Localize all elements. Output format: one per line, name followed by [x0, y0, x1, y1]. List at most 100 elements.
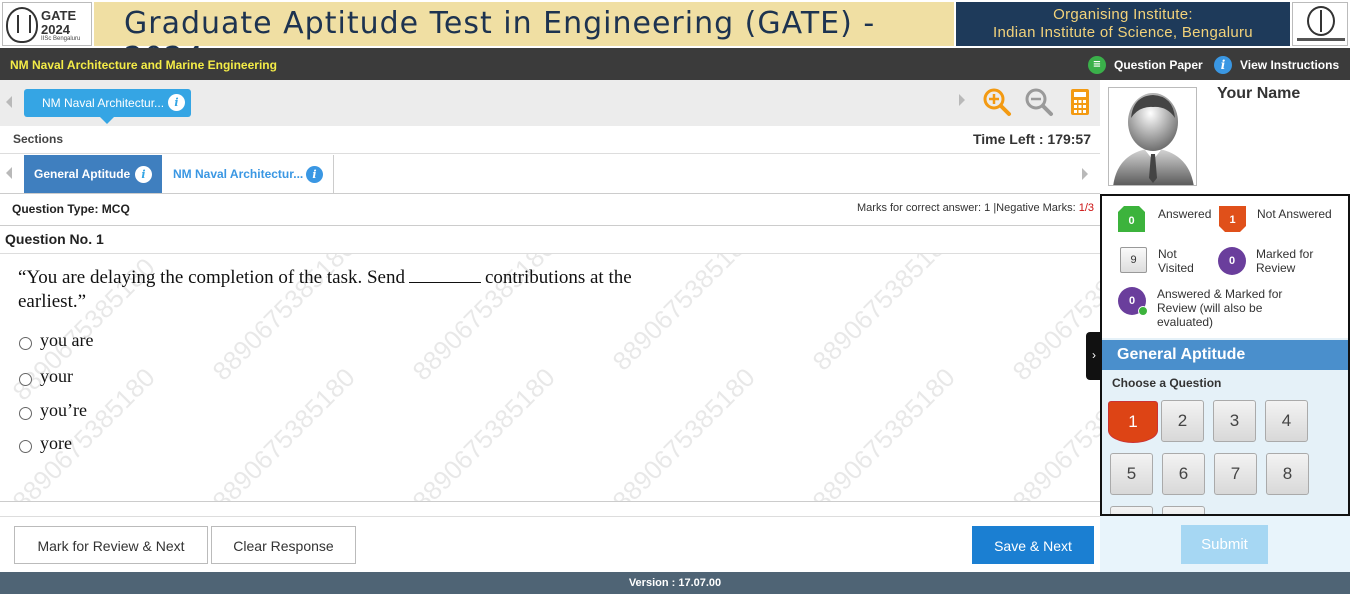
radio-button[interactable] [19, 373, 32, 386]
radio-button[interactable] [19, 337, 32, 350]
iisc-emblem-icon [1307, 6, 1335, 36]
question-text-before: “You are delaying the completion of the … [18, 267, 405, 288]
marks-info: Marks for correct answer: 1 |Negative Ma… [857, 202, 1094, 214]
gate-logo: GATE 2024 IISc Bengaluru [2, 2, 92, 46]
candidate-profile: Your Name [1100, 80, 1350, 194]
zoom-out-icon[interactable] [1024, 87, 1054, 117]
action-bar: Mark for Review & Next Clear Response Sa… [0, 516, 1100, 572]
palette-question-1[interactable]: 1 [1108, 401, 1158, 443]
question-paper-link[interactable]: ≡ Question Paper [1088, 56, 1203, 74]
candidate-name: Your Name [1217, 85, 1301, 102]
subject-title: NM Naval Architecture and Marine Enginee… [10, 58, 277, 72]
subject-bar: NM Naval Architecture and Marine Enginee… [0, 48, 1350, 80]
marks-text: Marks for correct answer: 1 |Negative Ma… [857, 202, 1079, 214]
zoom-in-icon[interactable] [982, 87, 1012, 117]
logo-text-gate: GATE [41, 8, 77, 23]
paper-tab-row: NM Naval Architectur... i [0, 80, 1100, 126]
palette-question-2[interactable]: 2 [1161, 400, 1204, 442]
paper-tab[interactable]: NM Naval Architectur... i [24, 89, 191, 124]
tab-label: General Aptitude [34, 167, 131, 181]
answered-status-icon: 0 [1118, 206, 1145, 232]
section-tabs: General Aptitude i NM Naval Architectur.… [0, 154, 1100, 194]
palette-question-7[interactable]: 7 [1214, 453, 1257, 495]
view-instructions-link[interactable]: i View Instructions [1214, 56, 1339, 74]
radio-button[interactable] [19, 407, 32, 420]
scroll-right-arrow-icon[interactable] [959, 94, 965, 106]
palette-question-partial[interactable] [1110, 506, 1153, 514]
question-meta-row: Question Type: MCQ Marks for correct ans… [0, 194, 1100, 226]
answer-blank [408, 267, 481, 283]
answered-marked-count: 0 [1128, 295, 1136, 307]
option-label: you’re [40, 400, 87, 420]
iisc-emblem-logo [1292, 2, 1348, 46]
time-left-label: Time Left : [972, 131, 1044, 147]
option-c[interactable]: you’re [19, 400, 87, 421]
question-paper-icon: ≡ [1088, 56, 1106, 74]
right-panel: Your Name 0 Answered 1 Not Answered 9 No… [1100, 80, 1350, 572]
watermark-text: 8890675385180 [206, 362, 361, 502]
answered-label: Answered [1158, 207, 1212, 221]
watermark-text: 8890675385180 [406, 362, 561, 502]
watermark-text: 8890675385180 [1006, 362, 1100, 502]
section-scroll-left-icon[interactable] [6, 167, 12, 179]
svg-text:0: 0 [1128, 215, 1134, 227]
question-type: Question Type: MCQ [12, 202, 130, 216]
avatar [1108, 87, 1197, 186]
logo-text-year: 2024 [41, 22, 70, 37]
palette-question-5[interactable]: 5 [1110, 453, 1153, 495]
option-label: yore [40, 433, 72, 453]
option-d[interactable]: yore [19, 433, 72, 454]
info-icon[interactable]: i [135, 166, 152, 183]
mark-review-next-button[interactable]: Mark for Review & Next [14, 526, 208, 564]
question-area: 8890675385180 8890675385180 8890675385180 8… [0, 254, 1100, 502]
palette-question-6[interactable]: 6 [1162, 453, 1205, 495]
status-legend: 0 Answered 1 Not Answered 9 Not Visited … [1100, 194, 1350, 340]
option-b[interactable]: your [19, 366, 73, 387]
palette-section-title: General Aptitude [1102, 340, 1348, 370]
section-scroll-right-icon[interactable] [1082, 168, 1088, 180]
tab-nm-naval-architecture[interactable]: NM Naval Architectur... i [162, 155, 334, 193]
organiser-name: Indian Institute of Science, Bengaluru [993, 24, 1253, 41]
scroll-left-arrow-icon[interactable] [6, 96, 12, 108]
choose-question-label: Choose a Question [1112, 376, 1222, 390]
clear-response-button[interactable]: Clear Response [211, 526, 356, 564]
submit-button[interactable]: Submit [1181, 525, 1268, 564]
info-icon[interactable]: i [168, 94, 185, 111]
option-label: your [40, 366, 73, 386]
calculator-icon[interactable] [1066, 87, 1096, 117]
paper-tab-label: NM Naval Architectur... [42, 96, 165, 110]
tab-label: NM Naval Architectur... [173, 167, 304, 181]
marked-review-label: Marked for Review [1256, 247, 1314, 275]
answered-marked-status-icon: 0 [1118, 287, 1148, 316]
organiser-box: Organising Institute: Indian Institute o… [956, 2, 1290, 46]
radio-button[interactable] [19, 440, 32, 453]
negative-marks-value: 1/3 [1078, 202, 1094, 214]
not-answered-status-icon: 1 [1219, 206, 1246, 232]
question-number-row: Question No. 1 [0, 226, 1100, 254]
version-footer: Version : 17.07.00 [0, 572, 1350, 594]
exam-title-box: Graduate Aptitude Test in Engineering (G… [94, 2, 954, 76]
not-answered-label: Not Answered [1257, 207, 1332, 221]
marked-review-status-icon: 0 [1218, 247, 1246, 275]
save-next-button[interactable]: Save & Next [972, 526, 1094, 564]
user-avatar-icon [1113, 93, 1194, 185]
logo-text-iisc: IISc Bengaluru [41, 36, 81, 42]
view-instructions-label: View Instructions [1240, 58, 1340, 72]
emblem-caption [1297, 38, 1345, 41]
palette-question-3[interactable]: 3 [1213, 400, 1256, 442]
not-visited-label: Not Visited [1158, 247, 1194, 275]
option-a[interactable]: you are [19, 330, 93, 351]
option-label: you are [40, 330, 94, 350]
question-paper-label: Question Paper [1114, 58, 1203, 72]
sections-row: Sections Time Left : 179:57 [0, 126, 1100, 154]
tab-general-aptitude[interactable]: General Aptitude i [24, 155, 162, 193]
answered-tick-icon [1138, 306, 1148, 316]
palette-question-partial[interactable] [1162, 506, 1205, 514]
palette-question-4[interactable]: 4 [1265, 400, 1308, 442]
watermark-text: 8890675385180 [806, 254, 961, 377]
info-icon[interactable]: i [306, 166, 323, 183]
palette-question-8[interactable]: 8 [1266, 453, 1309, 495]
question-palette: General Aptitude Choose a Question 1 2 3… [1100, 338, 1350, 516]
not-visited-status-icon: 9 [1120, 247, 1147, 273]
sections-label: Sections [13, 132, 64, 146]
